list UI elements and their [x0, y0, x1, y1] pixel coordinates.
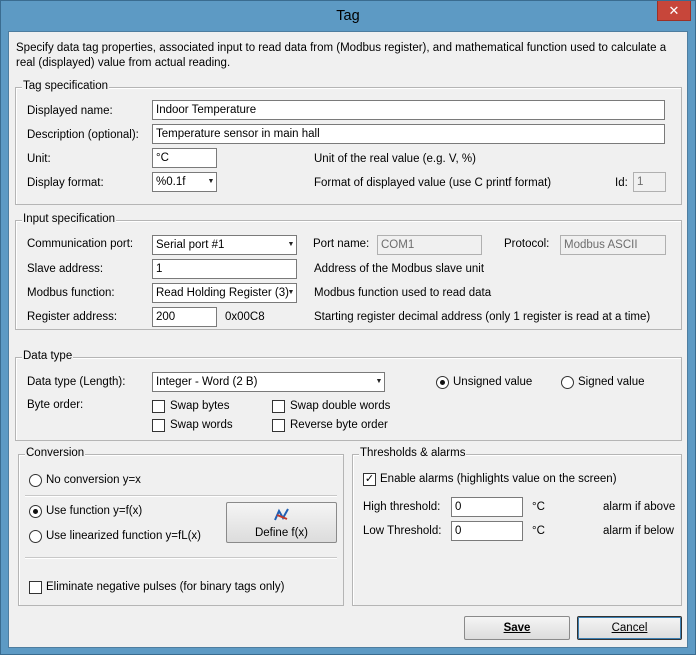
- eliminate-negative-checkbox[interactable]: [29, 581, 42, 594]
- radio-selected-dot: [440, 380, 445, 385]
- chevron-down-icon[interactable]: ▼: [375, 374, 383, 390]
- function-graph-icon: [274, 508, 289, 521]
- use-linearized-radio[interactable]: [29, 530, 42, 543]
- register-address-input[interactable]: 200: [152, 307, 217, 327]
- data-type-combo[interactable]: Integer - Word (2 B) ▼: [152, 372, 385, 392]
- signed-value-radio[interactable]: [561, 376, 574, 389]
- data-type-legend: Data type: [22, 350, 74, 362]
- modbus-function-combo[interactable]: Read Holding Register (3) ▼: [152, 283, 297, 303]
- modbus-function-value: Read Holding Register (3): [156, 287, 289, 299]
- define-function-button[interactable]: Define f(x): [226, 502, 337, 543]
- data-type-value: Integer - Word (2 B): [156, 376, 258, 388]
- high-threshold-hint: alarm if above: [603, 501, 676, 513]
- communication-port-label: Communication port:: [27, 238, 134, 250]
- signed-value-label[interactable]: Signed value: [578, 376, 645, 388]
- conversion-separator-bottom: [25, 557, 337, 559]
- description-label: Description (optional):: [27, 129, 139, 141]
- swap-double-words-label[interactable]: Swap double words: [290, 400, 390, 412]
- byte-order-label: Byte order:: [27, 399, 84, 411]
- swap-words-label[interactable]: Swap words: [170, 419, 233, 431]
- register-address-hint: Starting register decimal address (only …: [314, 311, 651, 323]
- input-specification-legend: Input specification: [22, 213, 117, 225]
- close-icon[interactable]: ✕: [657, 1, 691, 21]
- communication-port-value: Serial port #1: [156, 239, 225, 251]
- slave-address-hint: Address of the Modbus slave unit: [314, 263, 485, 275]
- chevron-down-icon[interactable]: ▼: [207, 174, 215, 190]
- display-format-label: Display format:: [27, 177, 104, 189]
- save-button-label: Save: [503, 622, 531, 634]
- define-function-label: Define f(x): [254, 527, 309, 539]
- use-function-label[interactable]: Use function y=f(x): [46, 505, 142, 517]
- high-threshold-input[interactable]: 0: [451, 497, 523, 517]
- displayed-name-label: Displayed name:: [27, 105, 113, 117]
- swap-bytes-checkbox[interactable]: [152, 400, 165, 413]
- unit-input[interactable]: °C: [152, 148, 217, 168]
- communication-port-combo[interactable]: Serial port #1 ▼: [152, 235, 297, 255]
- register-address-label: Register address:: [27, 311, 118, 323]
- high-threshold-label: High threshold:: [363, 501, 441, 513]
- low-threshold-hint: alarm if below: [603, 525, 674, 537]
- low-threshold-label: Low Threshold:: [363, 525, 442, 537]
- reverse-byte-order-label[interactable]: Reverse byte order: [290, 419, 388, 431]
- swap-bytes-label[interactable]: Swap bytes: [170, 400, 229, 412]
- conversion-legend: Conversion: [25, 447, 86, 459]
- display-format-value: %0.1f: [156, 176, 186, 188]
- display-format-hint: Format of displayed value (use C printf …: [314, 177, 552, 189]
- low-threshold-unit: °C: [532, 525, 545, 537]
- radio-selected-dot: [33, 509, 38, 514]
- eliminate-negative-label[interactable]: Eliminate negative pulses (for binary ta…: [46, 581, 284, 593]
- id-input: 1: [633, 172, 666, 192]
- port-name-input: COM1: [377, 235, 482, 255]
- protocol-label: Protocol:: [504, 238, 550, 250]
- chevron-down-icon[interactable]: ▼: [287, 237, 295, 253]
- tag-specification-legend: Tag specification: [22, 80, 110, 92]
- conversion-separator-top: [25, 495, 337, 497]
- port-name-label: Port name:: [313, 238, 370, 250]
- cancel-button[interactable]: Cancel: [577, 616, 682, 640]
- unit-hint: Unit of the real value (e.g. V, %): [314, 153, 476, 165]
- swap-words-checkbox[interactable]: [152, 419, 165, 432]
- window-title: Tag: [336, 8, 360, 24]
- enable-alarms-checkbox[interactable]: ✓: [363, 473, 376, 486]
- cancel-button-label: Cancel: [611, 622, 648, 634]
- displayed-name-input[interactable]: Indoor Temperature: [152, 100, 665, 120]
- modbus-function-label: Modbus function:: [27, 287, 115, 299]
- save-button[interactable]: Save: [464, 616, 570, 640]
- protocol-input: Modbus ASCII: [560, 235, 666, 255]
- thresholds-alarms-legend: Thresholds & alarms: [359, 447, 467, 459]
- low-threshold-input[interactable]: 0: [451, 521, 523, 541]
- unit-label: Unit:: [27, 153, 51, 165]
- no-conversion-label[interactable]: No conversion y=x: [46, 474, 141, 486]
- enable-alarms-label[interactable]: Enable alarms (highlights value on the s…: [380, 473, 617, 485]
- description-input[interactable]: Temperature sensor in main hall: [152, 124, 665, 144]
- unsigned-value-label[interactable]: Unsigned value: [453, 376, 532, 388]
- slave-address-input[interactable]: 1: [152, 259, 297, 279]
- data-type-label: Data type (Length):: [27, 376, 126, 388]
- register-address-hex: 0x00C8: [225, 311, 265, 323]
- display-format-combo[interactable]: %0.1f ▼: [152, 172, 217, 192]
- no-conversion-radio[interactable]: [29, 474, 42, 487]
- chevron-down-icon[interactable]: ▼: [287, 285, 295, 301]
- dialog-client-area: Specify data tag properties, associated …: [8, 31, 688, 648]
- high-threshold-unit: °C: [532, 501, 545, 513]
- reverse-byte-order-checkbox[interactable]: [272, 419, 285, 432]
- swap-double-words-checkbox[interactable]: [272, 400, 285, 413]
- id-label: Id:: [615, 177, 628, 189]
- use-function-radio[interactable]: [29, 505, 42, 518]
- tag-dialog-window: Tag ✕ Specify data tag properties, assoc…: [0, 0, 696, 655]
- use-linearized-label[interactable]: Use linearized function y=fL(x): [46, 530, 201, 542]
- modbus-function-hint: Modbus function used to read data: [314, 287, 492, 299]
- intro-text: Specify data tag properties, associated …: [16, 42, 667, 69]
- unsigned-value-radio[interactable]: [436, 376, 449, 389]
- slave-address-label: Slave address:: [27, 263, 104, 275]
